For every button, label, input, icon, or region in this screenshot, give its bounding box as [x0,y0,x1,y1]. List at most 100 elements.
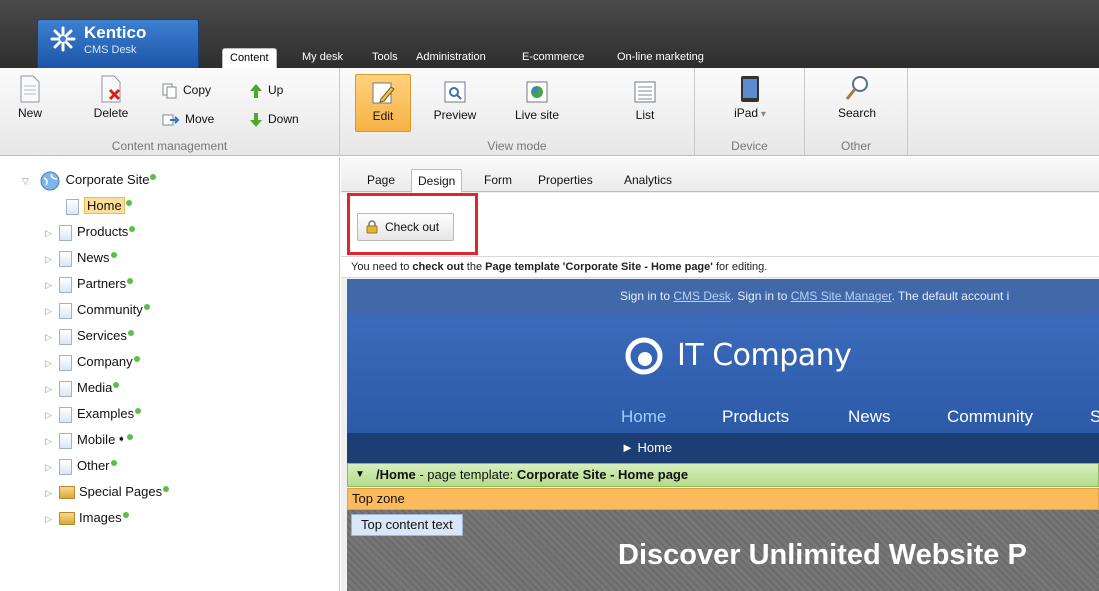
page-template-header[interactable]: ▼ /Home - page template: Corporate Site -… [347,463,1099,487]
tree-item-label: Images [79,510,122,525]
page-icon [59,458,72,475]
expand-icon[interactable]: ▷ [45,509,59,529]
move-button[interactable]: Move [162,109,214,129]
tree-item-special-pages[interactable]: ▷ Special Pages [45,482,170,503]
published-status-dot [110,252,117,258]
folder-icon [59,512,75,526]
view-mode-label: View mode [487,139,547,153]
list-button[interactable]: List [617,74,673,132]
published-status-dot [127,330,134,336]
published-status-dot [125,200,132,206]
tree-item-label: Special Pages [79,484,163,499]
tree-root-corporate-site[interactable]: ▽ Corporate Site [22,170,157,191]
tree-item-examples[interactable]: ▷ Examples [45,404,142,425]
site-nav-truncated[interactable]: S [1090,407,1099,427]
expand-icon[interactable]: ▷ [45,379,59,399]
up-button[interactable]: Up [249,80,283,100]
edit-button[interactable]: Edit [355,74,411,132]
tab-form[interactable]: Form [478,169,518,193]
site-nav-community[interactable]: Community [947,407,1033,427]
collapse-icon[interactable]: ▽ [22,171,36,191]
tree-item-community[interactable]: ▷ Community [45,300,150,320]
site-nav-news[interactable]: News [848,407,891,427]
sign-in-bar: Sign in to CMS Desk. Sign in to CMS Site… [347,279,1099,313]
expand-icon[interactable]: ▷ [45,405,59,425]
device-dropdown[interactable]: iPad ▾ [720,74,780,132]
page-icon [59,302,72,319]
expand-icon[interactable]: ▷ [45,327,59,347]
tab-content[interactable]: Content [222,48,277,68]
preview-icon [444,81,466,103]
tab-e-commerce[interactable]: E-commerce [515,48,591,68]
tree-item-company[interactable]: ▷ Company [45,352,140,372]
template-label: - page template: [415,467,517,482]
tab-properties[interactable]: Properties [532,169,599,193]
top-zone-body: Top content text Discover Unlimited Webs… [347,510,1099,591]
site-nav-products[interactable]: Products [722,407,789,427]
tab-page[interactable]: Page [361,169,401,193]
delete-page-icon [101,75,121,103]
tab-analytics[interactable]: Analytics [618,169,678,193]
expand-icon[interactable]: ▷ [45,223,59,243]
tree-item-images[interactable]: ▷ Images [45,508,129,528]
content-tree: ▽ Corporate Site Home ▷ Products ▷ News ▷ Part… [0,157,340,591]
tab-design[interactable]: Design [411,169,463,193]
tree-item-label: Media [77,380,113,395]
page-icon [59,224,72,241]
tree-item-home[interactable]: Home [66,196,132,216]
tree-item-label: Home [84,197,125,214]
copy-button[interactable]: Copy [162,80,211,100]
tree-item-partners[interactable]: ▷ Partners [45,274,134,295]
tree-item-other[interactable]: ▷ Other [45,456,117,476]
expand-icon[interactable]: ▷ [45,275,59,295]
tree-item-services[interactable]: ▷ Services [45,326,134,346]
tab-online-marketing[interactable]: On-line marketing [610,48,711,68]
published-status-dot [135,408,142,414]
tree-item-mobile[interactable]: ▷ Mobile ➧ [45,430,133,450]
notice-text: You need to [351,261,413,273]
expand-icon[interactable]: ▷ [45,457,59,477]
preview-label: Preview [433,108,477,122]
expand-icon[interactable]: ▷ [45,353,59,373]
kentico-logo[interactable]: Kentico CMS Desk [37,19,199,68]
search-button[interactable]: Search [827,74,887,132]
move-icon [162,114,180,126]
webpart-title-tab[interactable]: Top content text [351,514,463,536]
highlight-box [347,193,478,255]
top-zone-header[interactable]: Top zone [347,488,1099,510]
tab-tools[interactable]: Tools [365,48,405,68]
cms-site-manager-link[interactable]: CMS Site Manager [791,289,892,303]
expand-icon[interactable]: ▷ [45,431,59,451]
page-tabs: Page Design Form Properties Analytics [341,157,1099,193]
ipad-icon [741,76,759,102]
tree-item-news[interactable]: ▷ News [45,248,117,268]
new-button[interactable]: New [10,74,50,132]
delete-button[interactable]: Delete [88,74,134,132]
page-icon [59,406,72,423]
tab-administration[interactable]: Administration [409,48,493,68]
collapse-triangle-icon[interactable]: ▼ [355,464,365,486]
other-group-label: Other [840,139,871,153]
live-site-label: Live site [514,108,560,122]
preview-button[interactable]: Preview [424,74,486,132]
tree-item-label: Partners [77,276,127,291]
tree-item-label: Services [77,328,127,343]
cms-desk-link[interactable]: CMS Desk [673,289,730,303]
device-label-value: iPad [734,106,759,120]
up-label: Up [268,83,284,97]
content-management-group: New Delete Copy Move Up Down Content man… [0,68,340,156]
site-nav-home[interactable]: Home [621,407,666,427]
list-icon [634,81,656,103]
expand-icon[interactable]: ▷ [45,483,59,503]
tree-item-products[interactable]: ▷ Products [45,222,136,243]
down-button[interactable]: Down [249,109,299,129]
expand-icon[interactable]: ▷ [45,301,59,321]
tab-my-desk[interactable]: My desk [295,48,350,68]
link-arrow-icon: ➧ [117,434,126,445]
expand-icon[interactable]: ▷ [45,249,59,269]
globe-icon [40,171,60,191]
tree-item-media[interactable]: ▷ Media [45,378,120,399]
live-site-button[interactable]: Live site [502,74,572,132]
template-path: /Home [376,467,416,482]
published-status-dot [163,486,170,492]
